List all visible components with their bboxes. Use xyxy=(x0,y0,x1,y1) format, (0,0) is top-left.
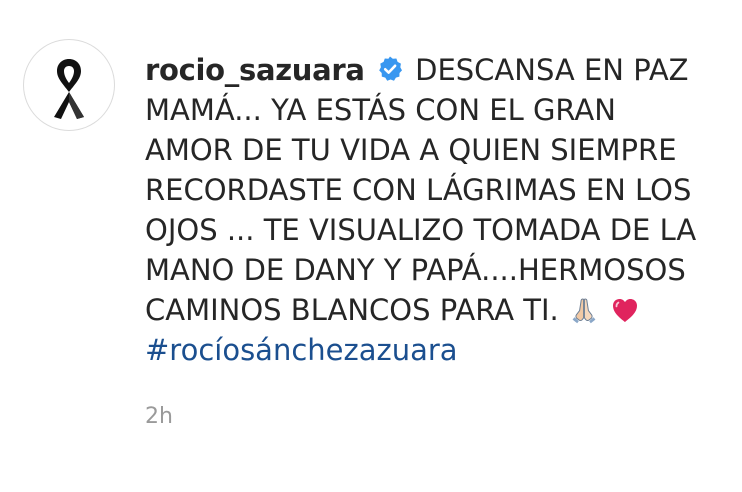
black-ribbon-icon xyxy=(28,44,110,126)
username-link[interactable]: rocio_sazuara xyxy=(145,53,365,87)
comment-post: rocio_sazuara DESCANSA EN PAZ MAMÁ... YA… xyxy=(24,40,724,480)
red-heart-icon xyxy=(613,299,638,322)
hashtag-link[interactable]: #rocíosánchezazuara xyxy=(145,330,705,370)
timestamp[interactable]: 2h xyxy=(145,404,173,429)
caption: rocio_sazuara DESCANSA EN PAZ MAMÁ... YA… xyxy=(145,50,705,370)
avatar-ring[interactable] xyxy=(24,40,114,130)
avatar[interactable] xyxy=(28,44,110,126)
verified-badge-icon xyxy=(379,56,402,81)
caption-text: DESCANSA EN PAZ MAMÁ... YA ESTÁS CON EL … xyxy=(145,53,697,327)
folded-hands-icon xyxy=(572,298,596,324)
